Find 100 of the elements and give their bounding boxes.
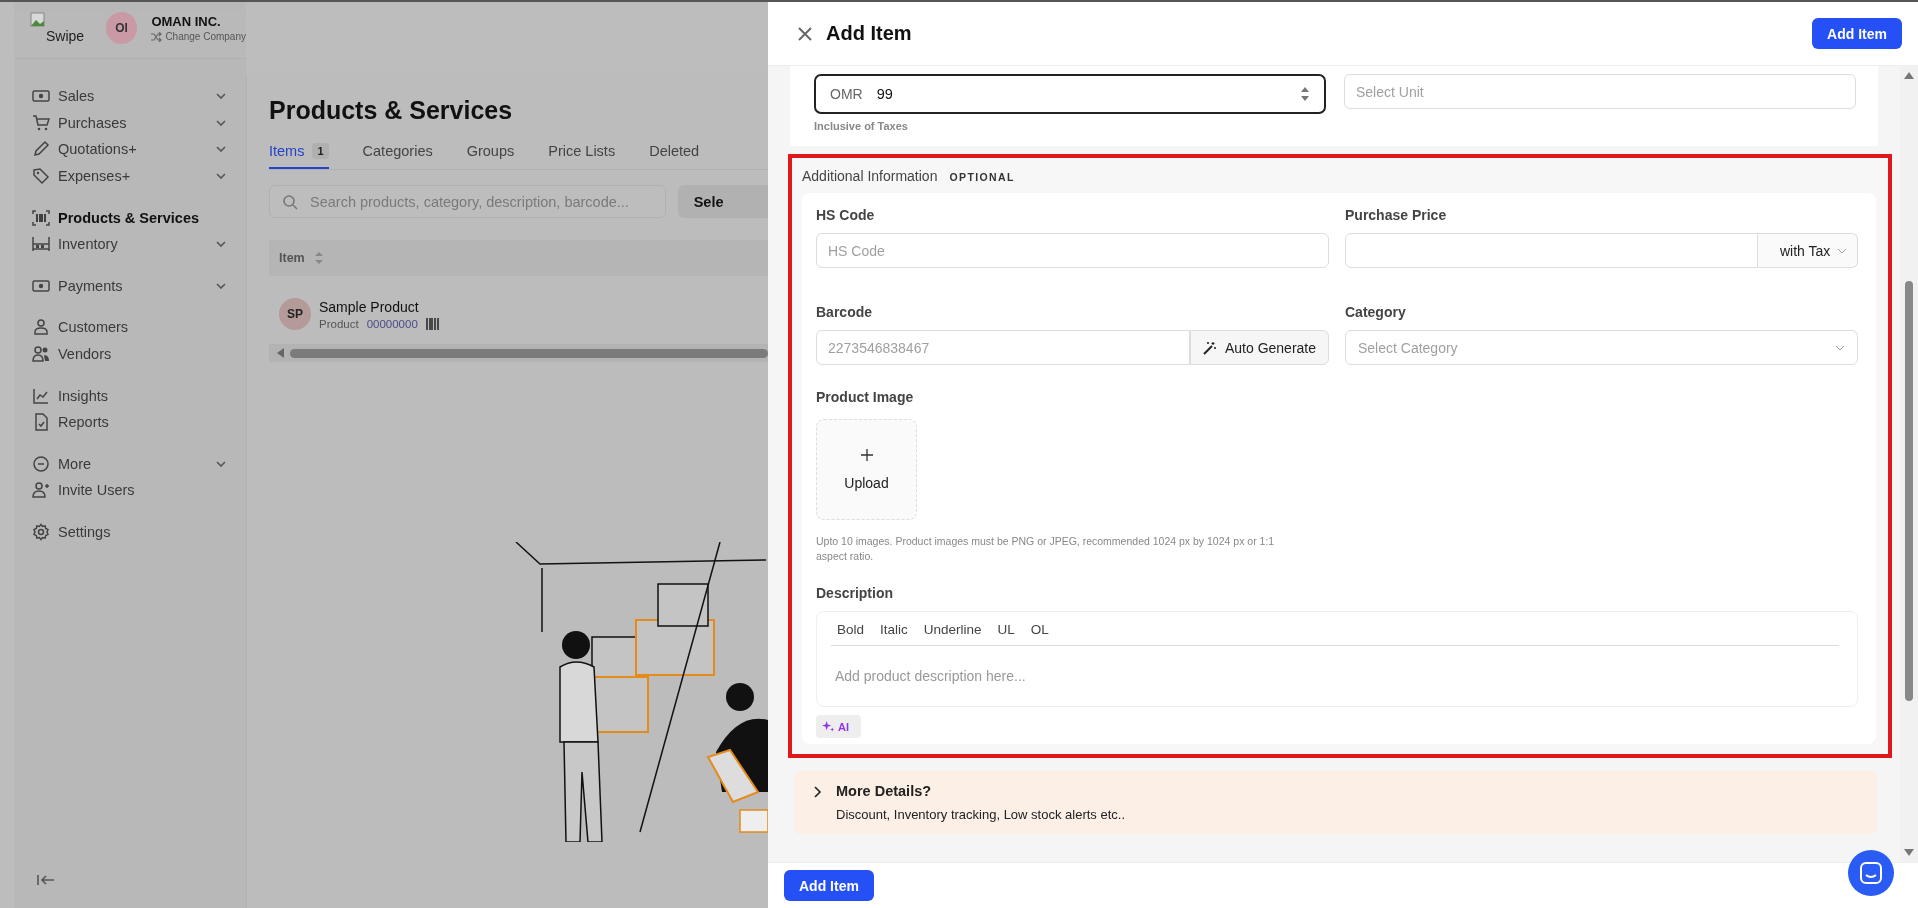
chevron-icon [216,173,226,180]
product-code: 00000000 [366,317,418,330]
sidebar-item[interactable]: Expenses+ [32,162,232,190]
sparkle-icon [822,720,835,734]
sidebar-item[interactable]: Sales [32,83,232,110]
add-user-icon [32,481,50,500]
ai-button[interactable]: AI [816,715,861,739]
sidebar-item[interactable]: Settings [32,518,232,546]
field-label: Product Image [816,389,915,405]
auto-generate-button[interactable]: Auto Generate [1189,330,1329,365]
barcode-icon [32,208,50,227]
chevron-icon [216,146,226,153]
vertical-scrollbar[interactable] [1900,66,1918,862]
toolbar-button[interactable]: UL [991,620,1021,640]
sidebar-item[interactable]: Vendors [32,340,232,368]
drawer-title: Add Item [826,22,913,45]
chat-icon [1859,861,1883,885]
image-hint: Upto 10 images. Product images must be PNG or JPEG, recommended 1024 px by 1024 px or 1:1 aspect ratio. [816,534,1276,564]
field-label: Purchase Price [1345,207,1448,223]
add-item-button[interactable]: Add Item [784,870,874,901]
company-avatar[interactable]: OI [105,12,138,44]
chevron-icon [216,460,226,467]
add-item-button[interactable]: Add Item [1812,18,1902,49]
tab[interactable]: Price Lists [548,143,616,169]
field-label: HS Code [816,207,876,223]
change-company-link[interactable]: Change Company [151,31,246,42]
company-name: OMAN INC. [151,14,222,29]
hs-code-field[interactable]: HS Code [816,233,1329,268]
toolbar-button[interactable]: Bold [831,620,871,640]
chevron-icon [1835,344,1845,351]
tab[interactable]: Categories [362,143,433,169]
chevron-icon [216,119,226,126]
optional-tag: OPTIONAL [949,171,1015,183]
shuffle-icon [151,31,163,42]
product-type: Product [319,317,359,330]
sidebar-item[interactable]: More [32,450,232,478]
toolbar-button[interactable]: Underline [917,620,988,640]
tag-icon [32,167,50,186]
tab[interactable]: Items 1 [269,143,329,169]
sidebar-item[interactable]: Payments [32,272,232,300]
sidebar-item[interactable]: Invite Users [32,477,232,504]
document-icon [32,413,50,432]
description-placeholder: Add product description here... [834,667,1027,687]
tax-select[interactable]: with Tax [1758,233,1858,268]
select-button[interactable]: Sele [677,185,768,218]
chat-button[interactable] [1848,850,1894,896]
chart-icon [32,386,50,405]
sidebar-item[interactable]: Reports [32,408,232,436]
shelf-icon [32,235,50,254]
search-icon [282,193,298,210]
broken-image-icon [30,12,46,28]
tab[interactable]: Groups [466,143,515,169]
cart-icon [32,113,50,132]
more-details-panel[interactable]: More Details? Discount, Inventory tracking, Low stock alerts etc.. [794,771,1877,835]
chevron-icon [216,93,226,100]
plus-icon [860,448,873,461]
sidebar-item[interactable]: Products & Services [32,204,232,231]
barcode-field[interactable]: 2273546838467 [816,330,1190,365]
sidebar-item[interactable]: Inventory [32,230,232,258]
page-title: Products & Services [269,96,514,125]
users-icon [32,345,50,364]
more-details-title: More Details? [836,783,933,800]
tab[interactable]: Deleted [649,143,700,169]
stepper-icon[interactable] [1300,86,1310,102]
sidebar-item[interactable]: Quotations+ [32,136,232,163]
close-icon[interactable] [798,26,812,41]
purchase-price-field[interactable] [1345,233,1758,268]
toolbar-button[interactable]: OL [1024,620,1055,640]
description-editor[interactable]: Bold Italic Underline UL OL Add product description here... [816,611,1858,708]
upload-button[interactable]: Upload [816,419,917,520]
column-header[interactable]: Item [279,251,305,265]
sidebar-item[interactable]: Customers [32,314,232,341]
chevron-icon [216,241,226,248]
toolbar-button[interactable]: Italic [874,620,914,640]
chevron-icon [814,786,822,799]
field-label: Barcode [816,304,874,320]
product-avatar: SP [279,298,311,330]
user-icon [32,318,50,337]
more-details-subtitle: Discount, Inventory tracking, Low stock alerts etc.. [836,807,1125,823]
magic-wand-icon [1202,340,1217,355]
price-field[interactable]: OMR 99 [814,74,1326,114]
unit-select[interactable]: Select Unit [1344,74,1856,109]
field-label: Category [1345,304,1407,320]
count-badge: 1 [312,143,329,159]
currency-label: OMR [830,86,863,102]
section-title: Additional Information [802,168,938,184]
logo-text: Swipe [45,28,86,44]
collapse-icon[interactable] [36,874,56,886]
pencil-icon [32,140,50,159]
settings-icon [32,523,50,541]
chevron-icon [216,282,226,289]
chevron-icon [1837,247,1847,254]
sidebar-item[interactable]: Insights [32,382,232,409]
product-name[interactable]: Sample Product [319,298,440,315]
sidebar-item[interactable]: Purchases [32,109,232,137]
horizontal-scrollbar[interactable] [269,344,768,362]
field-label: Description [816,585,894,602]
search-field[interactable]: Search products, category, description, barcode... [269,185,666,218]
more-icon [32,454,50,473]
barcode-icon[interactable] [425,317,440,330]
